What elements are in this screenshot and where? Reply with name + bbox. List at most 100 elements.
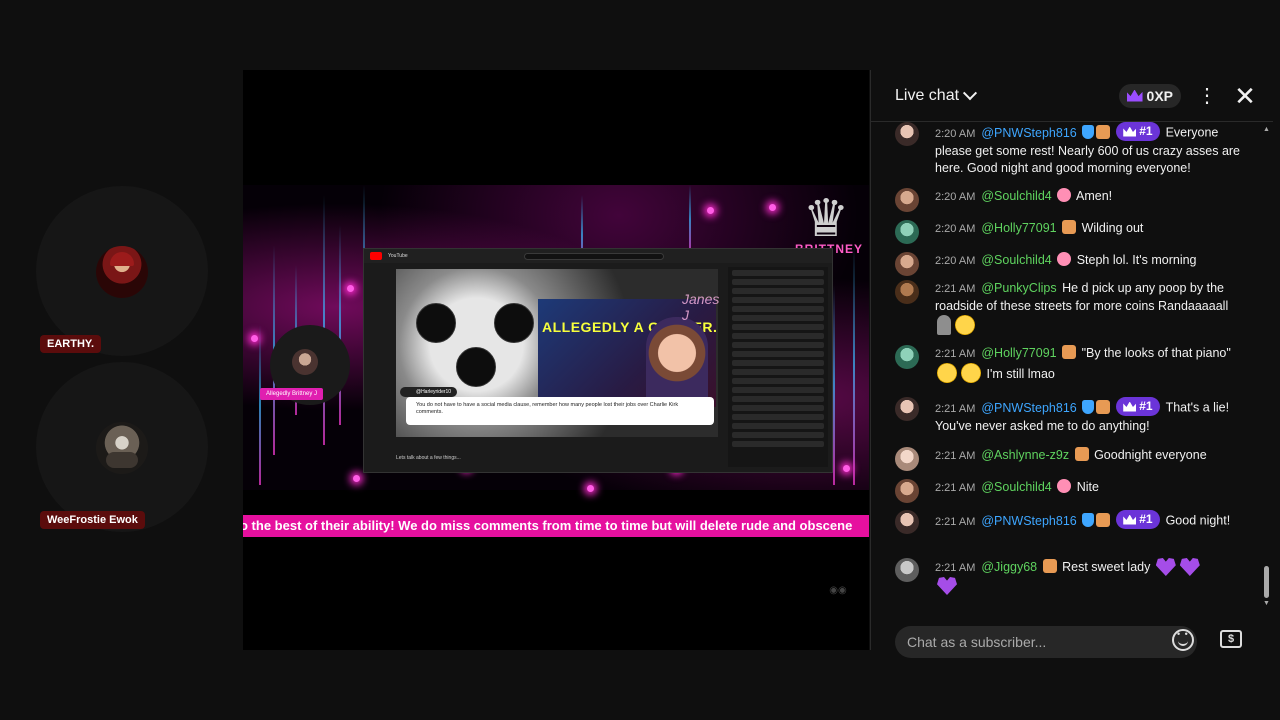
member-badge-icon xyxy=(1096,399,1111,414)
chat-message[interactable]: 2:21 AM @Soulchild4 Nite xyxy=(871,479,1115,503)
member-badge-icon xyxy=(1042,559,1057,573)
rank-badge: #1 xyxy=(1116,397,1160,416)
author-name[interactable]: @Holly77091 xyxy=(981,221,1056,235)
avatar[interactable] xyxy=(895,345,919,369)
rank-badge: #1 xyxy=(1116,510,1160,529)
crown-logo-icon: ♛ xyxy=(802,190,850,248)
laughing-emoji-icon xyxy=(961,363,981,383)
participant-bubble xyxy=(416,303,456,343)
member-badge-icon xyxy=(1057,479,1072,493)
avatar[interactable] xyxy=(895,122,919,146)
chat-message[interactable]: 2:21 AM @PunkyClips He d pick up any poop… xyxy=(871,280,1261,335)
verified-icon xyxy=(1082,124,1095,139)
author-name[interactable]: @PNWSteph816 xyxy=(981,126,1076,140)
chat-message[interactable]: 2:20 AM @Soulchild4 Steph lol. It's morni… xyxy=(871,252,1213,276)
video-player[interactable]: ♛ BRITTNEY J Allegedly Brittney J YouTub… xyxy=(243,70,869,650)
avatar[interactable] xyxy=(895,252,919,276)
chat-message[interactable]: 2:21 AM @Jiggy68 Rest sweet lady xyxy=(871,558,1218,595)
avatar[interactable] xyxy=(895,220,919,244)
chat-message[interactable]: 2:21 AM @Holly77091 "By the looks of that… xyxy=(871,345,1261,383)
author-name[interactable]: @Soulchild4 xyxy=(981,480,1051,494)
scroll-up-icon[interactable]: ▲ xyxy=(1263,126,1270,133)
signature: Janes J xyxy=(682,291,720,323)
author-name[interactable]: @PunkyClips xyxy=(981,281,1056,295)
message-text: I'm still lmao xyxy=(986,367,1055,381)
scroll-down-icon[interactable]: ▼ xyxy=(1263,600,1270,607)
inner-search xyxy=(523,252,664,260)
live-chat-panel: Live chat 0XP ⋮ ✕ 2:20 AM @PNWSteph816 #1… xyxy=(870,70,1273,658)
chat-message[interactable]: 2:20 AM @Soulchild4 Amen! xyxy=(871,188,1128,212)
participant-bubble xyxy=(494,303,534,343)
avatar[interactable] xyxy=(895,510,919,534)
member-badge-icon xyxy=(1057,252,1072,266)
author-name[interactable]: @Soulchild4 xyxy=(981,253,1051,267)
close-icon[interactable]: ✕ xyxy=(1233,83,1257,109)
member-badge-icon xyxy=(1096,124,1111,139)
crown-icon xyxy=(1126,89,1143,102)
featured-comment: You do not have to have a social media c… xyxy=(406,397,714,425)
participant-name: EARTHY. xyxy=(40,335,102,353)
message-text: Wilding out xyxy=(1081,221,1144,235)
member-badge-icon xyxy=(1096,512,1111,527)
author-name[interactable]: @Jiggy68 xyxy=(981,560,1037,574)
thumbnail-person xyxy=(646,317,708,407)
chat-message[interactable]: 2:21 AM @PNWSteph816 #1 Good night! xyxy=(871,510,1246,534)
message-text: Goodnight everyone xyxy=(1094,448,1207,462)
author-name[interactable]: @Soulchild4 xyxy=(981,189,1051,203)
purple-heart-icon xyxy=(1155,558,1176,576)
message-text: Steph lol. It's morning xyxy=(1076,253,1197,267)
superchat-icon[interactable]: $ xyxy=(1220,630,1242,648)
verified-icon xyxy=(1082,399,1095,414)
laughing-emoji-icon xyxy=(937,363,957,383)
ticker-text: o the best of their ability! We do miss … xyxy=(243,518,853,533)
member-badge-icon xyxy=(1057,188,1072,202)
avatar[interactable] xyxy=(895,479,919,503)
xp-button[interactable]: 0XP xyxy=(1118,83,1181,108)
avatar[interactable] xyxy=(96,246,148,298)
chat-header: Live chat 0XP ⋮ ✕ xyxy=(871,70,1273,122)
rank-badge: #1 xyxy=(1116,122,1160,141)
purple-heart-icon xyxy=(1179,558,1200,576)
chat-message[interactable]: 2:21 AM @Ashlynne-z9z Goodnight everyone xyxy=(871,447,1223,471)
author-name[interactable]: @PNWSteph816 xyxy=(981,514,1076,528)
chat-message[interactable]: 2:20 AM @PNWSteph816 #1 Everyone please ge… xyxy=(871,122,1261,177)
member-badge-icon xyxy=(1062,220,1077,234)
chat-input[interactable] xyxy=(895,626,1197,658)
verified-icon xyxy=(1082,512,1095,527)
message-text: "By the looks of that piano" xyxy=(1081,346,1231,360)
avatar[interactable] xyxy=(895,280,919,304)
avatar[interactable] xyxy=(895,447,919,471)
chat-title[interactable]: Live chat xyxy=(895,87,959,105)
message-text: Rest sweet lady xyxy=(1062,560,1151,574)
chat-input-row: $ xyxy=(871,622,1274,662)
message-text: Nite xyxy=(1076,480,1099,494)
commenter-tag: @Harleyrider10 xyxy=(400,387,458,397)
author-name[interactable]: @Holly77091 xyxy=(981,346,1056,360)
member-badge-icon xyxy=(1062,345,1077,359)
avatar[interactable] xyxy=(895,397,919,421)
avatar[interactable] xyxy=(895,188,919,212)
scrollbar-thumb[interactable] xyxy=(1264,566,1269,598)
watermark-icon: ◉◉ xyxy=(829,585,847,596)
host-name-tag: Allegedly Brittney J xyxy=(260,388,324,400)
author-name[interactable]: @Ashlynne-z9z xyxy=(981,448,1069,462)
scrolling-ticker: o the best of their ability! We do miss … xyxy=(243,515,869,537)
kebab-menu-icon[interactable]: ⋮ xyxy=(1197,83,1217,108)
avatar[interactable] xyxy=(895,558,919,582)
author-name[interactable]: @PNWSteph816 xyxy=(981,401,1076,415)
avatar[interactable] xyxy=(96,422,148,474)
emoji-icon[interactable] xyxy=(1172,629,1194,651)
participant-name: WeeFrostie Ewok xyxy=(40,511,145,529)
laughing-emoji-icon xyxy=(955,315,975,335)
inner-chat xyxy=(728,267,828,467)
chat-scrollbar[interactable]: ▲ ▼ xyxy=(1263,126,1271,607)
chat-message[interactable]: 2:21 AM @PNWSteph816 #1 That's a lie! You'… xyxy=(871,397,1261,435)
chevron-down-icon[interactable] xyxy=(962,85,978,100)
message-text: Amen! xyxy=(1076,189,1113,203)
chat-message[interactable]: 2:20 AM @Holly77091 Wilding out xyxy=(871,220,1159,244)
message-text: Good night! xyxy=(1165,513,1231,528)
message-text: He d pick up any poop by the roadside of… xyxy=(935,281,1229,313)
xp-label: 0XP xyxy=(1146,87,1173,104)
member-badge-icon xyxy=(1074,447,1089,461)
avatar xyxy=(292,349,318,375)
